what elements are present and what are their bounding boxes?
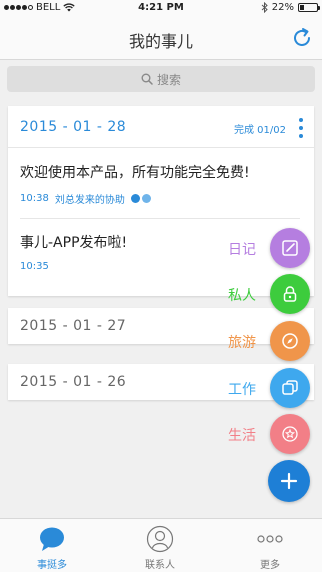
chat-bubble-icon (40, 527, 64, 551)
search-bar: 搜索 (0, 61, 322, 97)
completion-count: 完成 01/02 (234, 125, 286, 136)
more-dots-icon (257, 535, 283, 543)
lock-icon (283, 286, 297, 302)
fab-menu-item-diary[interactable]: 日记 (0, 228, 322, 268)
task-title: 欢迎使用本产品，所有功能完全免费! (20, 165, 250, 181)
task-assist: 刘总发来的协助 (54, 195, 125, 206)
fab-label: 日记 (228, 242, 256, 258)
fab-menu-item-work[interactable]: 工作 (0, 368, 322, 408)
fab-label: 旅游 (228, 335, 256, 351)
fab-menu-item-travel[interactable]: 旅游 (0, 321, 322, 361)
copy-icon (282, 380, 298, 395)
fab-label: 工作 (228, 382, 256, 398)
plus-icon (280, 472, 298, 490)
task-time: 10:38 (20, 193, 49, 204)
day-card-header[interactable]: 2015 - 01 - 28 完成 01/02 (8, 106, 314, 148)
bluetooth-icon (261, 2, 268, 13)
collaborator-avatar (130, 194, 140, 203)
status-bar: BELL 4:21 PM 22% (0, 0, 322, 16)
compass-icon (282, 333, 298, 349)
fab-circle[interactable] (270, 274, 310, 314)
fab-label: 生活 (228, 428, 256, 444)
fab-circle[interactable] (270, 368, 310, 408)
fab-menu-item-private[interactable]: 私人 (0, 274, 322, 314)
battery-icon (298, 3, 320, 12)
person-icon (146, 525, 174, 553)
collaborator-avatar (141, 194, 151, 203)
fab-menu-item-life[interactable]: 生活 (0, 414, 322, 454)
refresh-icon[interactable] (290, 26, 314, 50)
vertical-more-icon[interactable] (298, 118, 304, 138)
day-card-date: 2015 - 01 - 28 (20, 119, 127, 135)
battery-percent: 22% (271, 2, 294, 13)
tab-label: 更多 (260, 560, 280, 571)
fab-label: 私人 (228, 288, 256, 304)
tab-bar: 事挺多 联系人 更多 (0, 518, 322, 572)
tab-contacts[interactable]: 联系人 (120, 525, 200, 571)
divider (20, 218, 300, 219)
pencil-icon (282, 240, 298, 256)
task-item[interactable]: 欢迎使用本产品，所有功能完全免费! 10:38 刘总发来的协助 (20, 162, 300, 206)
battery-level (300, 5, 304, 10)
search-input[interactable]: 搜索 (7, 66, 315, 92)
tab-label: 事挺多 (37, 560, 67, 571)
fab-circle[interactable] (270, 414, 310, 454)
tab-more[interactable]: 更多 (230, 525, 310, 571)
search-icon (141, 73, 153, 85)
tab-tasks[interactable]: 事挺多 (12, 525, 92, 571)
add-button[interactable] (268, 460, 310, 502)
navigation-bar: 我的事儿 (0, 16, 322, 60)
fab-circle[interactable] (270, 228, 310, 268)
search-placeholder: 搜索 (156, 72, 181, 87)
star-icon (282, 426, 298, 442)
tab-label: 联系人 (145, 560, 175, 571)
fab-circle[interactable] (270, 321, 310, 361)
page-title: 我的事儿 (128, 32, 193, 51)
